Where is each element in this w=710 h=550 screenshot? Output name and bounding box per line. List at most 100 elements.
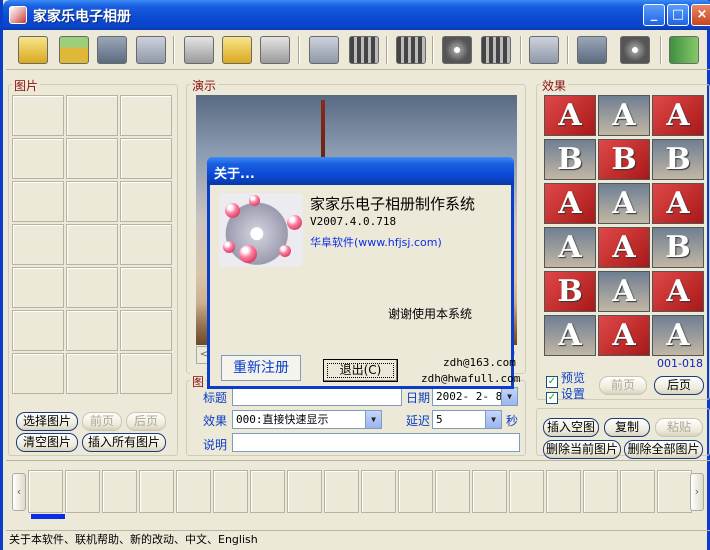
music-icon[interactable] [439,32,475,68]
scanner-icon[interactable] [306,32,342,68]
picture-slot[interactable] [66,353,118,394]
slideshow-icon[interactable] [346,32,382,68]
insert-all-pictures-button[interactable]: 插入所有图片 [82,433,166,452]
exit-icon[interactable] [666,32,702,68]
effect-thumbnail[interactable]: A [598,95,650,136]
effect-thumbnail[interactable]: B [544,271,596,312]
effect-thumbnail[interactable]: A [652,315,704,356]
picture-slot[interactable] [120,353,172,394]
filmstrip-icon[interactable] [393,32,429,68]
title-bar[interactable]: 家家乐电子相册 _ □ × [3,0,710,30]
delete-current-button[interactable]: 删除当前图片 [543,440,621,459]
copy-button[interactable]: 复制 [604,418,650,437]
picture-slot[interactable] [12,95,64,136]
picture-slot[interactable] [66,95,118,136]
disc-icon[interactable] [617,32,653,68]
delete-all-button[interactable]: 删除全部图片 [624,440,703,459]
effect-select[interactable]: 000:直接快速显示 ▼ [232,410,382,429]
filmstrip-slot[interactable] [583,470,618,513]
date-field[interactable]: 2002- 2- 8 ▼ [432,387,518,406]
picture-slot[interactable] [12,181,64,222]
effect-thumbnail[interactable]: A [652,183,704,224]
effects-next-page-button[interactable]: 后页 [654,376,704,395]
maximize-button[interactable]: □ [667,4,689,26]
picture-slot[interactable] [66,267,118,308]
chevron-down-icon[interactable]: ▼ [485,411,501,428]
open-folder-icon[interactable] [15,32,51,68]
picture-slot[interactable] [12,138,64,179]
filmstrip-slot[interactable] [213,470,248,513]
filmstrip-slot[interactable] [398,470,433,513]
effect-thumbnail[interactable]: B [598,139,650,180]
filmstrip-slot[interactable] [546,470,581,513]
filmstrip-slot[interactable] [102,470,137,513]
folder-open-icon[interactable] [219,32,255,68]
filmstrip-left-arrow[interactable]: ‹ [12,473,26,511]
effect-thumbnail[interactable]: B [652,227,704,268]
save-icon[interactable] [94,32,130,68]
effect-thumbnail[interactable]: B [544,139,596,180]
picture-slot[interactable] [120,267,172,308]
open-image-folder-icon[interactable] [56,32,92,68]
description-field[interactable] [232,433,520,452]
effect-thumbnail[interactable]: B [652,139,704,180]
video-icon[interactable] [478,32,514,68]
picture-slot[interactable] [120,95,172,136]
picture-slot[interactable] [12,310,64,351]
minimize-button[interactable]: _ [643,4,665,26]
copy-icon[interactable] [133,32,169,68]
effect-thumbnail[interactable]: A [544,315,596,356]
effect-thumbnail[interactable]: A [544,183,596,224]
title-field[interactable] [232,387,402,406]
picture-slot[interactable] [12,353,64,394]
filmstrip-slot[interactable] [65,470,100,513]
effect-thumbnail[interactable]: A [544,95,596,136]
select-pictures-button[interactable]: 选择图片 [16,412,78,431]
picture-slot[interactable] [120,310,172,351]
filmstrip-slot[interactable] [324,470,359,513]
picture-slot[interactable] [12,224,64,265]
about-dialog-titlebar[interactable]: 关于... [207,157,514,185]
picture-slot[interactable] [66,310,118,351]
effect-thumbnail[interactable]: A [652,271,704,312]
filmstrip-slot[interactable] [620,470,655,513]
picture-prev-page-button[interactable]: 前页 [82,412,122,431]
filmstrip-slot[interactable] [657,470,692,513]
filmstrip-slot[interactable] [472,470,507,513]
status-bar[interactable]: 关于本软件、联机帮助、新的改动、中文、English [6,530,710,550]
insert-blank-button[interactable]: 插入空图 [543,418,599,437]
chevron-down-icon[interactable]: ▼ [501,388,517,405]
filmstrip-slot[interactable] [435,470,470,513]
picture-slot[interactable] [66,181,118,222]
reregister-button[interactable]: 重新注册 [221,355,301,381]
about-company-link[interactable]: 华阜软件(www.hfjsj.com) [310,234,442,250]
filmstrip-right-arrow[interactable]: › [690,473,704,511]
document-icon[interactable] [181,32,217,68]
clear-pictures-button[interactable]: 清空图片 [16,433,78,452]
effect-thumbnail[interactable]: A [598,271,650,312]
image-file-icon[interactable] [257,32,293,68]
palette-icon[interactable] [574,32,610,68]
about-email-2[interactable]: zdh@hwafull.com [421,372,520,385]
filmstrip-slot[interactable] [250,470,285,513]
delay-select[interactable]: 5 ▼ [432,410,502,429]
effect-thumbnail[interactable]: A [598,227,650,268]
paste-button[interactable]: 粘贴 [655,418,703,437]
filmstrip-slot[interactable] [509,470,544,513]
filmstrip-slot[interactable] [139,470,174,513]
picture-slot[interactable] [120,181,172,222]
exit-button[interactable]: 退出(C) [323,359,398,382]
effect-thumbnail[interactable]: A [544,227,596,268]
chevron-down-icon[interactable]: ▼ [365,411,381,428]
search-icon[interactable] [526,32,562,68]
picture-slot[interactable] [66,224,118,265]
about-email-1[interactable]: zdh@163.com [443,356,516,369]
picture-slot[interactable] [120,224,172,265]
picture-slot[interactable] [66,138,118,179]
settings-checkbox[interactable]: ✓ 设置 [546,385,585,404]
filmstrip-slot[interactable] [361,470,396,513]
filmstrip-slot[interactable] [287,470,322,513]
picture-next-page-button[interactable]: 后页 [126,412,166,431]
effects-prev-page-button[interactable]: 前页 [599,376,647,395]
effect-thumbnail[interactable]: A [598,315,650,356]
